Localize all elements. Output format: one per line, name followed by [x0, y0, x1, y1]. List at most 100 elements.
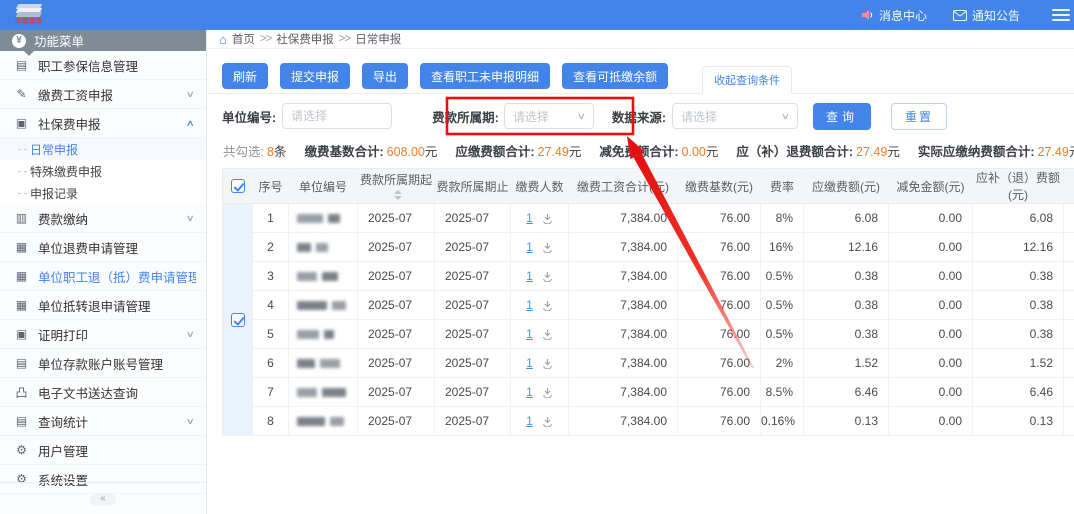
gear-icon: ⚙	[14, 443, 29, 457]
people-count-link[interactable]: 1	[526, 385, 533, 399]
sidebar-item-label: 缴费工资申报	[38, 85, 187, 104]
cell-due: 6.46	[804, 378, 889, 407]
cell-due: 6.08	[804, 204, 889, 233]
logo-text: 中国税务	[15, 19, 43, 26]
yen-icon: ¥	[12, 34, 26, 48]
download-icon[interactable]	[542, 387, 553, 398]
people-count-link[interactable]: 1	[526, 327, 533, 341]
data-source-select[interactable]: 请选择 ∨	[672, 103, 798, 129]
download-icon[interactable]	[542, 358, 553, 369]
cell-wage-total: 7,384.00	[569, 233, 678, 262]
cell-cutoff	[1064, 233, 1074, 262]
notice-button[interactable]: 通知公告	[953, 7, 1020, 24]
cell-period-start: 2025-07	[358, 320, 435, 349]
message-center-button[interactable]: 消息中心	[861, 7, 927, 24]
menu-icon[interactable]	[1052, 9, 1070, 21]
sidebar-item[interactable]: ⚙用户管理	[0, 436, 206, 465]
download-icon[interactable]	[542, 242, 553, 253]
cell-refund: 1.52	[973, 349, 1064, 378]
cell-people: 1	[511, 407, 569, 436]
download-icon[interactable]	[542, 271, 553, 282]
column-header: 减免金额(元)	[889, 169, 973, 204]
people-count-link[interactable]: 1	[526, 298, 533, 312]
toolbar: 刷新提交申报导出查看职工未申报明细查看可抵缴余额 收起查询条件	[207, 60, 1074, 94]
toolbar-button-4[interactable]: 查看职工未申报明细	[420, 63, 550, 89]
cell-reduction: 0.00	[889, 204, 973, 233]
app-logo: 中国税务	[14, 4, 44, 26]
sidebar-subitem[interactable]: 日常申报	[0, 138, 206, 160]
reset-button[interactable]: 重置	[891, 103, 947, 130]
cell-people: 1	[511, 349, 569, 378]
sidebar-item-label: 费款缴纳	[38, 209, 187, 228]
people-count-link[interactable]: 1	[526, 211, 533, 225]
cell-cutoff	[1064, 262, 1074, 291]
table-row: 62025-072025-0717,384.0076.002%1.520.001…	[223, 349, 1074, 378]
redacted-unit-code	[289, 272, 357, 281]
cell-refund: 12.16	[973, 233, 1064, 262]
filter-row: 单位编号: 费款所属期: 请选择 ∨ 数据来源: 请选择 ∨ 查询 重置	[207, 94, 1074, 138]
cell-people: 1	[511, 262, 569, 291]
sidebar-item[interactable]: ▦ 单位退费申请管理	[0, 233, 206, 262]
grid-icon: ▦	[14, 240, 29, 254]
cell-rate: 16%	[761, 233, 804, 262]
sidebar-subitem-label: 日常申报	[30, 141, 78, 158]
sidebar-item[interactable]: ▦单位抵转退申请管理	[0, 291, 206, 320]
column-header: 应补（退）费额(元)	[973, 169, 1064, 204]
toolbar-button-2[interactable]: 提交申报	[280, 63, 350, 89]
sidebar-subitem-label: 特殊缴费申报	[30, 163, 102, 180]
download-icon[interactable]	[542, 329, 553, 340]
people-count-link[interactable]: 1	[526, 240, 533, 254]
download-icon[interactable]	[542, 213, 553, 224]
sort-icon[interactable]	[394, 190, 402, 200]
select-all-checkbox[interactable]	[231, 179, 245, 193]
group-checkbox[interactable]	[231, 313, 245, 327]
sidebar-item[interactable]: ✎缴费工资申报∨	[0, 80, 206, 109]
column-header[interactable]: 费款所属期起	[358, 169, 435, 204]
toolbar-button-5[interactable]: 查看可抵缴余额	[562, 63, 668, 89]
sidebar-item[interactable]: ▤单位存款账户账号管理	[0, 349, 206, 378]
collapse-sidebar-button[interactable]: «	[90, 493, 116, 506]
people-count-link[interactable]: 1	[526, 269, 533, 283]
summary-label: 实际应缴纳费额合计:	[918, 145, 1035, 159]
table-row: 42025-072025-0717,384.0076.000.5%0.380.0…	[223, 291, 1074, 320]
sidebar-item[interactable]: 凸电子文书送达查询	[0, 378, 206, 407]
toolbar-button-3[interactable]: 导出	[362, 63, 408, 89]
collapse-query-tab[interactable]: 收起查询条件	[702, 66, 792, 94]
people-count-link[interactable]: 1	[526, 356, 533, 370]
sidebar-item[interactable]: ▤查询统计∨	[0, 407, 206, 436]
fee-period-select[interactable]: 请选择 ∨	[504, 103, 594, 129]
cell-base: 76.00	[678, 407, 761, 436]
breadcrumb-item[interactable]: 社保费申报	[276, 31, 334, 47]
column-header-label: 缴费基数(元)	[685, 180, 753, 194]
sidebar-item[interactable]: ▣社保费申报∧	[0, 109, 206, 138]
sidebar-item[interactable]: ▥费款缴纳∨	[0, 204, 206, 233]
people-count-link[interactable]: 1	[526, 414, 533, 428]
sidebar-item[interactable]: ▣证明打印∨	[0, 320, 206, 349]
column-header-label: 缴费工资合计(元)	[577, 180, 669, 194]
print-icon: ▣	[14, 327, 29, 341]
cell-base: 76.00	[678, 320, 761, 349]
sidebar-item-label: 单位退费申请管理	[38, 238, 196, 257]
cell-base: 76.00	[678, 291, 761, 320]
grid-icon: ▦	[14, 298, 29, 312]
summary-unit: 元	[425, 145, 438, 159]
sidebar-subitem[interactable]: 申报记录	[0, 182, 206, 204]
column-header-label: 单位编号	[299, 180, 347, 194]
summary-value: 27.49	[856, 145, 887, 159]
cell-refund: 6.46	[973, 378, 1064, 407]
cell-wage-total: 7,384.00	[569, 378, 678, 407]
data-source-label: 数据来源:	[612, 107, 666, 126]
sidebar-item[interactable]: ▦单位职工退（抵）费申请管理	[0, 262, 206, 291]
cell-people: 1	[511, 320, 569, 349]
unit-code-input[interactable]	[282, 103, 392, 129]
breadcrumb-home[interactable]: 首页	[232, 31, 255, 47]
sidebar-subitem[interactable]: 特殊缴费申报	[0, 160, 206, 182]
download-icon[interactable]	[542, 300, 553, 311]
query-button[interactable]: 查询	[813, 103, 871, 130]
cell-period-start: 2025-07	[358, 204, 435, 233]
column-header: 费率	[761, 169, 804, 204]
download-icon[interactable]	[542, 416, 553, 427]
summary-unit: 元	[569, 145, 582, 159]
toolbar-button-1[interactable]: 刷新	[222, 63, 268, 89]
table-row: 12025-072025-0717,384.0076.008%6.080.006…	[223, 204, 1074, 233]
